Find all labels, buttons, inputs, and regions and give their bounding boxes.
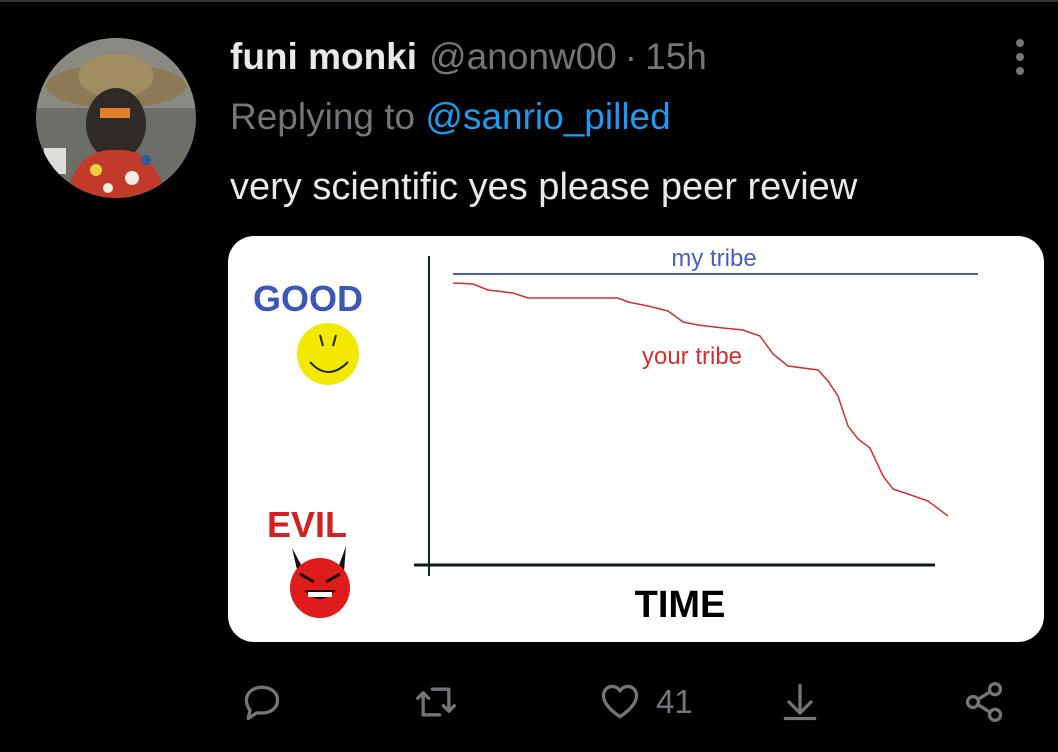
good-label: GOOD xyxy=(253,278,363,319)
top-divider xyxy=(0,0,1058,2)
retweet-icon xyxy=(416,687,456,717)
share-icon xyxy=(965,682,1003,722)
replying-to: Replying to @sanrio_pilled xyxy=(230,96,671,138)
reply-button[interactable] xyxy=(240,672,284,732)
author-name[interactable]: funi monki xyxy=(230,36,417,78)
separator-dot: · xyxy=(624,36,638,77)
share-button[interactable] xyxy=(962,672,1006,732)
your-tribe-line xyxy=(452,282,949,517)
more-options-icon[interactable] xyxy=(1004,36,1036,78)
like-count: 41 xyxy=(656,683,693,720)
avatar-image xyxy=(36,38,196,198)
download-icon xyxy=(783,683,817,721)
time-label: TIME xyxy=(635,584,726,626)
reply-mention-link[interactable]: @sanrio_pilled xyxy=(425,96,670,137)
tweet-timestamp[interactable]: 15h xyxy=(645,36,707,78)
devil-icon xyxy=(290,546,350,618)
tweet-text: very scientific yes please peer review xyxy=(230,166,858,208)
your-tribe-label: your tribe xyxy=(642,343,742,370)
evil-label: EVIL xyxy=(267,504,347,545)
like-button[interactable]: 41 xyxy=(598,672,693,732)
retweet-button[interactable] xyxy=(414,672,458,732)
my-tribe-label: my tribe xyxy=(671,245,756,272)
heart-icon xyxy=(601,684,639,719)
download-button[interactable] xyxy=(778,672,822,732)
replying-prefix: Replying to xyxy=(230,96,416,137)
reply-icon xyxy=(244,685,280,721)
smiley-icon xyxy=(297,323,359,385)
tweet-media-image[interactable]: GOOD EVIL my tribe your tribe TIME xyxy=(228,236,1044,642)
tweet-actions-bar: 41 xyxy=(0,672,1058,732)
tweet-author: funi monki @anonw00 · 15h xyxy=(230,36,707,82)
author-handle[interactable]: @anonw00 xyxy=(429,36,617,78)
avatar[interactable] xyxy=(36,38,196,198)
